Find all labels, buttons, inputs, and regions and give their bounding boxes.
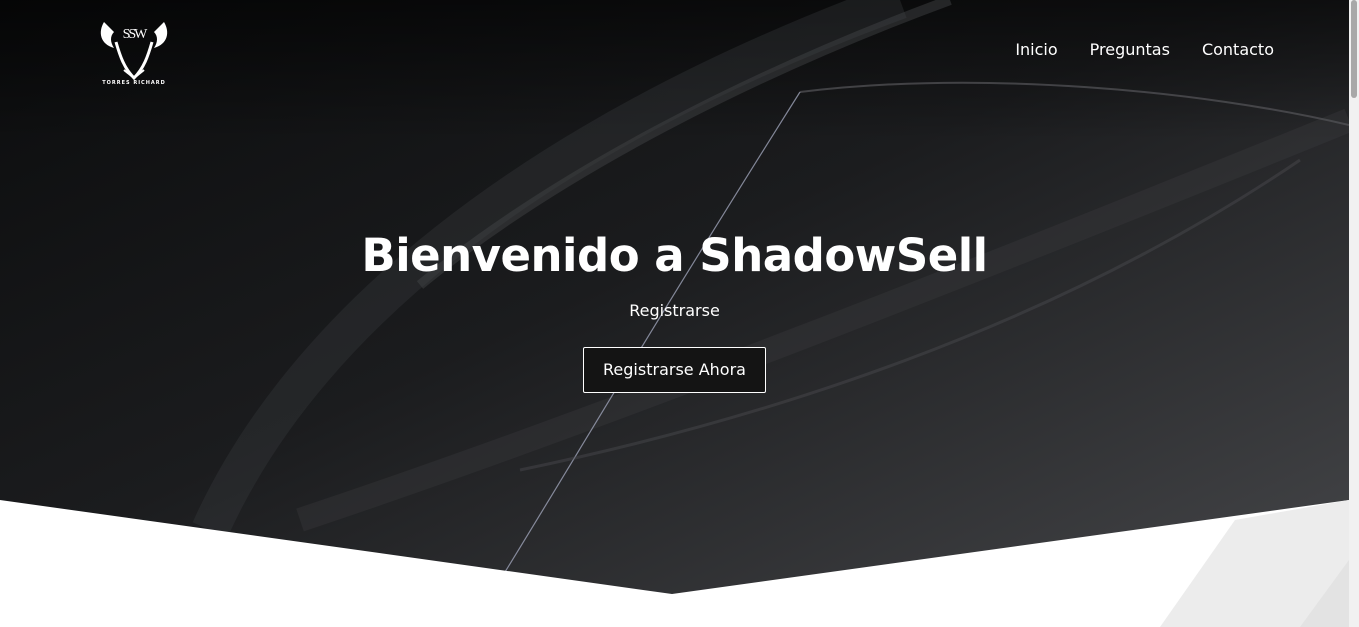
register-now-button[interactable]: Registrarse Ahora: [583, 347, 766, 393]
scrollbar-thumb[interactable]: [1351, 0, 1357, 98]
bull-logo-icon: SSW: [100, 22, 168, 81]
logo[interactable]: SSW TORRES RICHARD: [96, 12, 172, 88]
hero-section: SSW TORRES RICHARD Inicio Preguntas Cont…: [0, 0, 1349, 627]
logo-monogram: SSW: [123, 27, 149, 42]
main-nav: Inicio Preguntas Contacto: [1015, 39, 1274, 61]
top-navigation-bar: SSW TORRES RICHARD Inicio Preguntas Cont…: [0, 0, 1349, 100]
logo-caption: TORRES RICHARD: [102, 80, 166, 86]
hero-content: Bienvenido a ShadowSell Registrarse Regi…: [0, 226, 1349, 393]
hero-subtitle: Registrarse: [629, 301, 720, 320]
hero-title: Bienvenido a ShadowSell: [361, 229, 988, 282]
page-scrollbar[interactable]: [1349, 0, 1359, 627]
nav-link-inicio[interactable]: Inicio: [1015, 39, 1057, 61]
nav-link-contacto[interactable]: Contacto: [1202, 39, 1274, 61]
nav-link-preguntas[interactable]: Preguntas: [1090, 39, 1170, 61]
